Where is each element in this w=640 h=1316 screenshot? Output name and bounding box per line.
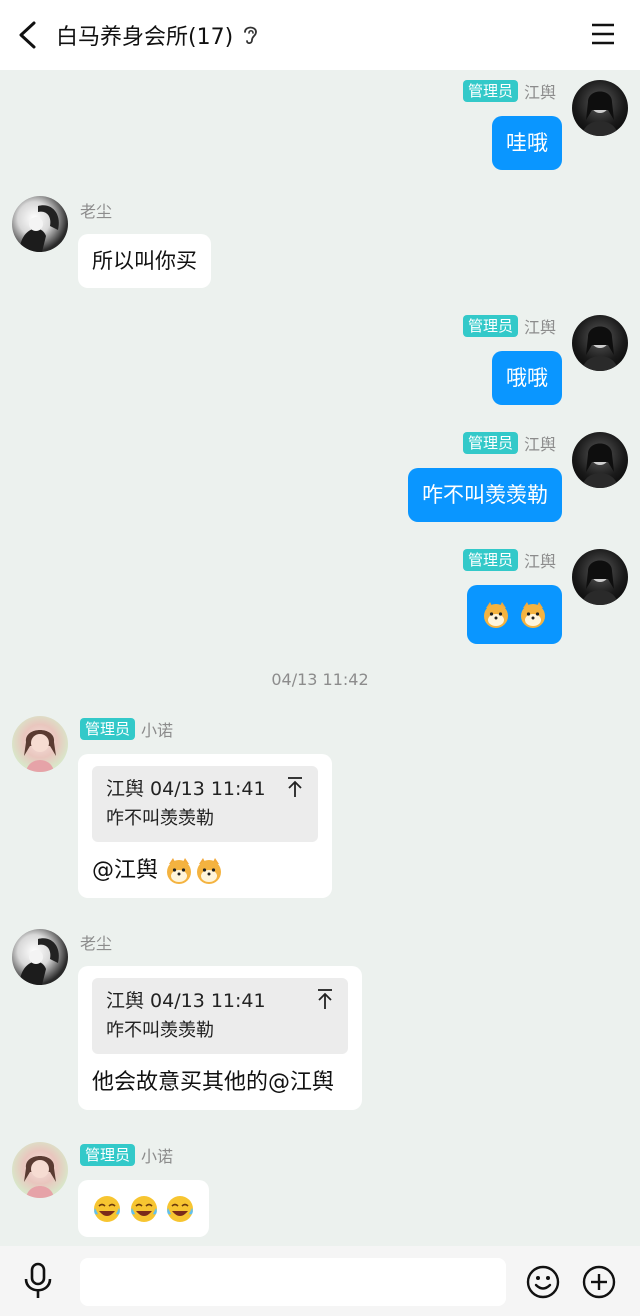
message-bubble[interactable]: 哦哦	[492, 351, 562, 405]
sender-name: 小诺	[141, 721, 174, 740]
dog-emoji-icon	[521, 602, 545, 628]
avatar[interactable]	[12, 929, 68, 985]
message-meta: 老尘	[80, 931, 112, 953]
admin-badge: 管理员	[462, 315, 518, 337]
message-meta: 管理员 江舆	[462, 315, 556, 337]
avatar[interactable]	[12, 1142, 68, 1198]
message-meta: 老尘	[80, 199, 112, 221]
reply-message-bubble[interactable]: 江舆 04/13 11:41 咋不叫羡羡勒 @江舆	[78, 754, 332, 898]
sender-name: 老尘	[80, 934, 113, 953]
avatar[interactable]	[572, 80, 628, 136]
quote-header: 江舆 04/13 11:41	[106, 778, 266, 800]
admin-badge: 管理员	[80, 718, 136, 740]
message-meta: 管理员 小诺	[80, 1144, 173, 1166]
avatar[interactable]	[12, 196, 68, 252]
message-meta: 管理员 小诺	[80, 718, 173, 740]
dog-emoji-icon	[167, 858, 192, 884]
admin-badge: 管理员	[462, 432, 518, 454]
emoji-icon[interactable]	[526, 1265, 560, 1299]
emoji-message-bubble[interactable]	[467, 585, 562, 644]
sender-name: 江舆	[523, 83, 556, 102]
sender-name: 老尘	[80, 202, 113, 221]
message-bubble[interactable]: 所以叫你买	[78, 234, 211, 288]
quote-text: 咋不叫羡羡勒	[106, 808, 214, 829]
ear-icon	[244, 26, 258, 45]
group-title: 白马养身会所(17)	[56, 25, 234, 50]
reply-text: @江舆	[92, 858, 159, 883]
message-bubble[interactable]: 哇哦	[492, 116, 562, 170]
back-arrow-icon[interactable]	[14, 20, 42, 50]
input-bar	[0, 1246, 640, 1316]
laugh-cry-emoji-icon	[167, 1196, 194, 1222]
quote-text: 咋不叫羡羡勒	[106, 1020, 214, 1041]
sender-name: 江舆	[523, 435, 556, 454]
message-bubble[interactable]: 咋不叫羡羡勒	[408, 468, 562, 522]
avatar[interactable]	[572, 432, 628, 488]
sender-name: 小诺	[141, 1147, 174, 1166]
chat-area[interactable]: 管理员 江舆 哇哦 老尘 所以叫你买 管理员 江舆 哦哦 管理员 江舆 咋不叫羡…	[0, 70, 640, 1246]
admin-badge: 管理员	[462, 549, 518, 571]
sender-name: 江舆	[523, 318, 556, 337]
message-meta: 管理员 江舆	[462, 432, 556, 454]
admin-badge: 管理员	[462, 80, 518, 102]
dog-emoji-icon	[197, 858, 222, 884]
timestamp: 04/13 11:42	[271, 670, 369, 689]
message-meta: 管理员 江舆	[462, 549, 556, 571]
title-area[interactable]: 白马养身会所(17)	[56, 0, 259, 70]
avatar[interactable]	[12, 716, 68, 772]
emoji-message-bubble[interactable]	[78, 1180, 210, 1237]
microphone-icon[interactable]	[22, 1262, 54, 1300]
quote-header: 江舆 04/13 11:41	[106, 990, 266, 1012]
reply-content: 他会故意买其他的@江舆	[92, 1068, 348, 1098]
laugh-cry-emoji-icon	[94, 1196, 120, 1222]
scroll-to-top-icon[interactable]	[286, 776, 304, 798]
menu-icon[interactable]	[590, 22, 616, 46]
quoted-message[interactable]: 江舆 04/13 11:41 咋不叫羡羡勒	[92, 766, 318, 842]
reply-content: @江舆	[92, 856, 318, 886]
avatar[interactable]	[572, 315, 628, 371]
sender-name: 江舆	[523, 552, 556, 571]
reply-text: 他会故意买其他的@江舆	[92, 1070, 335, 1095]
chat-header: 白马养身会所(17)	[0, 0, 640, 70]
message-input[interactable]	[80, 1258, 506, 1306]
plus-icon[interactable]	[582, 1265, 616, 1299]
dog-emoji-icon	[484, 602, 509, 628]
quoted-message[interactable]: 江舆 04/13 11:41 咋不叫羡羡勒	[92, 978, 348, 1054]
avatar[interactable]	[572, 549, 628, 605]
admin-badge: 管理员	[80, 1144, 136, 1166]
reply-message-bubble[interactable]: 江舆 04/13 11:41 咋不叫羡羡勒 他会故意买其他的@江舆	[78, 966, 362, 1110]
scroll-to-top-icon[interactable]	[316, 988, 334, 1010]
message-meta: 管理员 江舆	[462, 80, 556, 102]
laugh-cry-emoji-icon	[130, 1196, 157, 1222]
